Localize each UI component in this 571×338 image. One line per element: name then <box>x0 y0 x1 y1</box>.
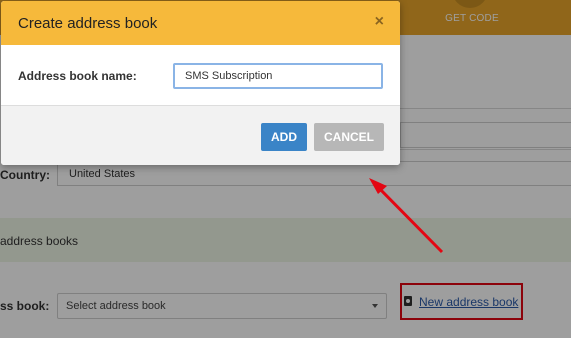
close-icon[interactable]: × <box>375 13 384 31</box>
create-address-book-dialog: Create address book × Address book name:… <box>1 1 400 165</box>
dialog-header: Create address book × <box>1 1 400 45</box>
add-button[interactable]: ADD <box>261 123 307 151</box>
cancel-button[interactable]: CANCEL <box>314 123 384 151</box>
dialog-footer: ADD CANCEL <box>1 105 400 165</box>
address-book-name-label: Address book name: <box>18 69 137 83</box>
address-book-name-input[interactable] <box>173 63 383 89</box>
dialog-title: Create address book <box>18 15 158 32</box>
